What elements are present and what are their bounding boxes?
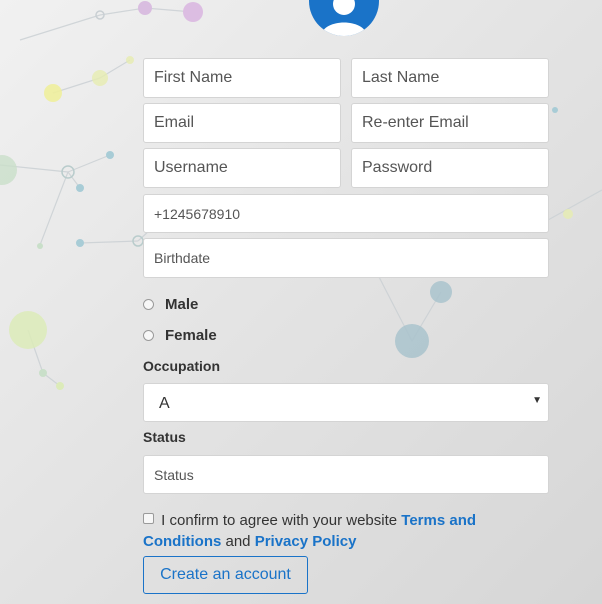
agree-checkbox[interactable]: [143, 513, 154, 524]
and-text: and: [225, 533, 251, 550]
male-label: Male: [165, 296, 199, 313]
email-input[interactable]: [143, 103, 341, 143]
phone-input[interactable]: [143, 194, 549, 233]
status-input[interactable]: [143, 455, 549, 494]
female-label: Female: [165, 327, 217, 344]
status-label: Status: [143, 429, 186, 445]
occupation-label: Occupation: [143, 358, 221, 374]
gender-option-female[interactable]: Female: [143, 327, 217, 344]
terms-agreement: I confirm to agree with your website Ter…: [143, 510, 523, 552]
female-radio[interactable]: [143, 330, 154, 341]
first-name-input[interactable]: [143, 58, 341, 98]
birthdate-input[interactable]: [143, 238, 549, 278]
agree-text: I confirm to agree with your website: [161, 512, 398, 529]
male-radio[interactable]: [143, 299, 154, 310]
caret-down-icon: ▼: [532, 395, 542, 406]
occupation-select[interactable]: A ▼: [143, 383, 549, 422]
password-input[interactable]: [351, 148, 549, 188]
reenter-email-input[interactable]: [351, 103, 549, 143]
privacy-policy-link[interactable]: Privacy Policy: [255, 533, 357, 550]
username-input[interactable]: [143, 148, 341, 188]
last-name-input[interactable]: [351, 58, 549, 98]
create-account-button[interactable]: Create an account: [143, 556, 308, 594]
occupation-selected-value: A: [159, 395, 170, 412]
gender-option-male[interactable]: Male: [143, 296, 198, 313]
